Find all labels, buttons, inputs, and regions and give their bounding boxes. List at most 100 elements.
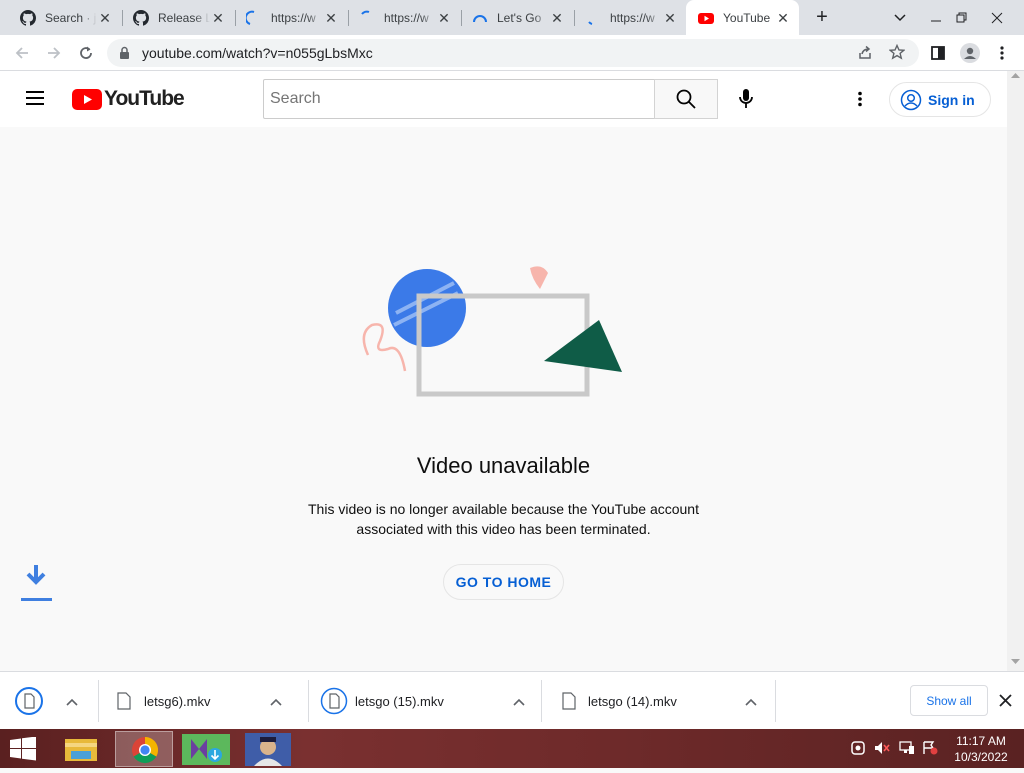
network-tray-icon[interactable] xyxy=(851,741,865,760)
windows-start-icon[interactable] xyxy=(8,736,38,766)
side-panel-icon[interactable] xyxy=(924,39,952,67)
lock-icon[interactable] xyxy=(119,46,130,65)
search-button[interactable] xyxy=(654,79,718,119)
download-manager-taskbar-icon[interactable] xyxy=(177,731,235,767)
tab-title: https://w xyxy=(271,10,316,25)
close-icon[interactable]: ✕ xyxy=(662,10,678,26)
restore-icon[interactable] xyxy=(946,0,978,35)
profile-icon[interactable] xyxy=(956,39,984,67)
download-separator xyxy=(541,680,542,722)
system-clock[interactable]: 11:17 AM 10/3/2022 xyxy=(945,733,1017,765)
voice-search-button[interactable] xyxy=(726,79,766,119)
download-bar: letsg6).mkv letsgo (15).mkv letsgo (14).… xyxy=(0,671,1024,729)
tab-title: https://w xyxy=(610,10,655,25)
chevron-up-icon[interactable] xyxy=(270,694,282,709)
display-tray-icon[interactable] xyxy=(899,741,915,760)
url-text[interactable]: youtube.com/watch?v=n055gLbsMxc xyxy=(142,45,373,61)
sign-in-label: Sign in xyxy=(928,91,975,108)
file-icon xyxy=(117,692,131,710)
video-unavailable-panel: Video unavailable This video is no longe… xyxy=(0,127,1007,671)
address-bar[interactable]: youtube.com/watch?v=n055gLbsMxc xyxy=(107,39,919,67)
user-app-taskbar-icon[interactable] xyxy=(239,731,297,767)
error-description-line-1: This video is no longer available becaus… xyxy=(308,501,699,517)
chevron-up-icon[interactable] xyxy=(745,694,757,709)
search-icon xyxy=(676,89,696,109)
browser-menu-icon[interactable] xyxy=(988,39,1016,67)
chevron-up-icon[interactable] xyxy=(66,694,78,709)
download-item-in-progress[interactable] xyxy=(14,672,78,730)
chevron-up-icon[interactable] xyxy=(513,694,525,709)
close-icon[interactable]: ✕ xyxy=(549,10,565,26)
microphone-icon xyxy=(739,89,753,108)
file-progress-icon xyxy=(320,687,348,715)
tab-4[interactable]: Let's Go ✕ xyxy=(460,0,573,35)
tab-title: YouTube xyxy=(723,10,771,25)
scroll-up-icon[interactable] xyxy=(1011,73,1020,79)
error-description: This video is no longer available becaus… xyxy=(0,499,1007,539)
close-download-bar-icon[interactable] xyxy=(999,694,1012,712)
logo-text: YouTube xyxy=(104,87,185,110)
reload-icon[interactable] xyxy=(72,39,100,67)
close-icon[interactable]: ✕ xyxy=(436,10,452,26)
forward-icon[interactable] xyxy=(40,39,68,67)
loading-spinner-icon xyxy=(359,10,375,26)
download-item[interactable]: letsgo (14).mkv xyxy=(561,672,757,730)
back-icon[interactable] xyxy=(8,39,36,67)
download-filename: letsg6).mkv xyxy=(144,693,211,709)
tab-2[interactable]: https://w ✕ xyxy=(234,0,347,35)
account-icon xyxy=(900,89,922,110)
clock-time: 11:17 AM xyxy=(956,734,1006,748)
close-icon[interactable]: ✕ xyxy=(323,10,339,26)
unavailable-illustration xyxy=(362,266,622,397)
file-icon xyxy=(562,692,576,710)
file-explorer-icon[interactable] xyxy=(53,731,111,767)
tab-6-active[interactable]: YouTube ✕ xyxy=(686,0,799,35)
tab-3[interactable]: https://w ✕ xyxy=(347,0,460,35)
show-all-button[interactable]: Show all xyxy=(910,685,988,716)
tab-title: Let's Go xyxy=(497,10,542,25)
tab-search-icon[interactable] xyxy=(884,0,916,35)
flag-tray-icon[interactable] xyxy=(922,741,938,760)
close-icon[interactable]: ✕ xyxy=(97,10,113,26)
tab-1[interactable]: Release L ✕ xyxy=(121,0,234,35)
clock-date: 10/3/2022 xyxy=(954,750,1008,764)
chrome-taskbar-icon[interactable] xyxy=(115,731,173,767)
file-progress-icon xyxy=(15,687,43,715)
share-icon[interactable] xyxy=(857,45,873,66)
search-input[interactable] xyxy=(263,79,655,119)
close-window-icon[interactable] xyxy=(981,0,1013,35)
tab-strip: Search · j ✕ Release L ✕ https://w ✕ htt… xyxy=(0,0,1024,35)
youtube-icon xyxy=(698,10,714,26)
download-item[interactable]: letsg6).mkv xyxy=(116,672,282,730)
download-filename: letsgo (14).mkv xyxy=(588,693,677,709)
download-separator xyxy=(775,680,776,722)
close-icon[interactable]: ✕ xyxy=(775,10,791,26)
download-extension-button[interactable] xyxy=(18,557,54,605)
close-icon[interactable]: ✕ xyxy=(210,10,226,26)
browser-toolbar: youtube.com/watch?v=n055gLbsMxc xyxy=(0,35,1024,71)
tab-title: Search · j xyxy=(45,10,97,25)
download-arrow-icon xyxy=(21,565,52,601)
youtube-logo[interactable]: YouTube xyxy=(72,87,185,111)
sign-in-button[interactable]: Sign in xyxy=(889,82,991,117)
volume-muted-icon[interactable] xyxy=(874,741,890,760)
error-description-line-2: associated with this video has been term… xyxy=(356,521,651,537)
download-item-in-progress[interactable]: letsgo (15).mkv xyxy=(320,672,525,730)
bookmark-star-icon[interactable] xyxy=(888,43,906,65)
go-to-home-button[interactable]: GO TO HOME xyxy=(443,564,564,600)
github-icon xyxy=(20,9,37,26)
loading-spinner-icon xyxy=(472,10,488,26)
scroll-down-icon[interactable] xyxy=(1011,659,1020,665)
youtube-header: YouTube Sign in xyxy=(0,71,1007,127)
new-tab-button[interactable]: + xyxy=(806,0,838,35)
settings-menu-icon[interactable] xyxy=(850,89,870,109)
youtube-logo-icon xyxy=(72,88,102,110)
download-separator xyxy=(308,680,309,722)
tab-5[interactable]: https://w ✕ xyxy=(573,0,686,35)
tab-0[interactable]: Search · j ✕ xyxy=(8,0,121,35)
scrollbar[interactable] xyxy=(1007,71,1024,671)
github-icon xyxy=(133,9,150,26)
hamburger-menu-icon[interactable] xyxy=(24,89,46,112)
download-separator xyxy=(98,680,99,722)
windows-taskbar: 11:17 AM 10/3/2022 xyxy=(0,729,1024,768)
